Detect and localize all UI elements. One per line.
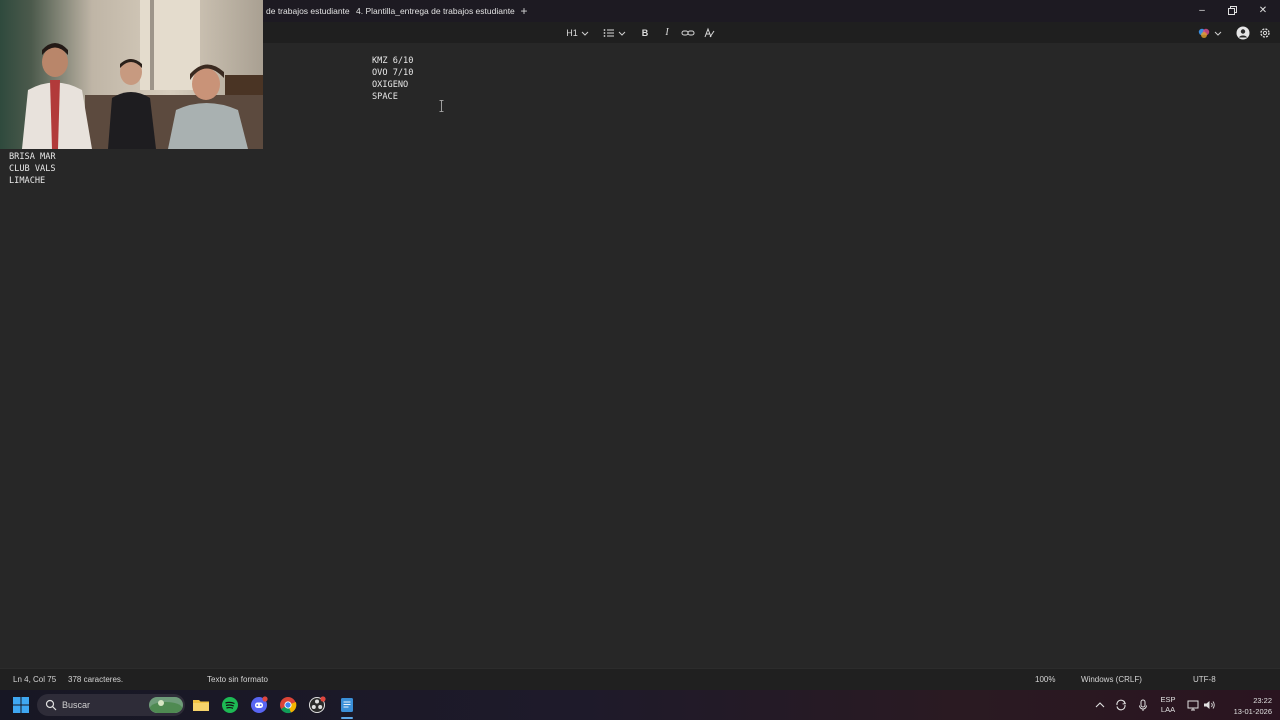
microphone-icon[interactable] [1136,697,1150,715]
active-app-indicator [341,717,353,719]
minimize-icon[interactable]: – [1194,3,1210,19]
status-bar: Ln 4, Col 75 378 caracteres. Texto sin f… [0,668,1280,690]
clock[interactable]: 23:22 13-01-2026 [1222,695,1272,717]
list-chevron-down-icon[interactable] [617,25,627,41]
line-ending[interactable]: Windows (CRLF) [1081,669,1142,691]
settings-gear-icon[interactable] [1258,25,1272,41]
taskbar-search-box[interactable] [37,694,185,716]
text-cursor-icon [439,99,444,112]
clear-formatting-icon[interactable] [702,25,716,41]
text-line: SPACE [372,92,398,102]
document-text-block[interactable]: KMZ 6/10 OVO 7/10 OXIGENO SPACE [372,55,413,103]
italic-icon[interactable]: I [660,25,674,41]
sync-icon[interactable] [1114,697,1128,715]
keyboard-layout: LAA [1160,705,1176,714]
tab-trabajos-estudiante[interactable]: de trabajos estudiante [266,0,350,22]
text-line: LIMACHE [9,176,46,186]
list-icon[interactable] [602,25,616,41]
volume-icon[interactable] [1202,697,1216,715]
chrome-icon[interactable] [279,696,297,714]
cursor-position[interactable]: Ln 4, Col 75 [13,669,56,691]
search-placeholder: Buscar [62,700,91,710]
heading-dropdown[interactable]: H1 [563,25,581,41]
search-icon [45,699,57,711]
clock-date: 13-01-2026 [1233,707,1272,716]
obs-icon[interactable] [308,696,326,714]
account-icon[interactable] [1235,25,1251,41]
text-line: OXIGENO [372,80,409,90]
text-line: BRISA MAR [9,152,56,162]
discord-icon[interactable] [250,696,268,714]
left-text-block[interactable]: BRISA MAR CLUB VALS LIMACHE [9,151,56,187]
copilot-icon[interactable] [1197,25,1211,41]
text-line: OVO 7/10 [372,68,414,78]
encoding[interactable]: UTF-8 [1193,669,1216,691]
notepad-icon[interactable] [338,696,356,714]
heading-chevron-down-icon[interactable] [580,25,590,41]
tray-overflow-chevron-up-icon[interactable] [1094,698,1106,714]
language-code: ESP [1160,695,1176,704]
format-mode[interactable]: Texto sin formato [207,669,268,691]
close-icon[interactable]: ✕ [1255,3,1271,19]
copilot-chevron-down-icon[interactable] [1213,25,1223,41]
webcam-overlay-video [0,0,263,149]
language-indicator[interactable]: ESP LAA [1157,695,1179,715]
new-tab-plus-icon[interactable]: + [518,4,530,18]
clock-time: 23:22 [1253,696,1272,705]
search-highlight-image-icon [149,697,183,713]
text-line: KMZ 6/10 [372,56,414,66]
spotify-icon[interactable] [221,696,239,714]
character-count: 378 caracteres. [68,675,124,684]
taskbar: Buscar ESP LAA 23:22 13-01-2026 [0,690,1280,720]
tab-plantilla-entrega[interactable]: 4. Plantilla_entrega de trabajos estudia… [356,0,515,22]
bold-icon[interactable]: B [638,25,652,41]
link-icon[interactable] [680,25,696,41]
file-explorer-icon[interactable] [192,696,210,714]
restore-icon[interactable] [1224,3,1240,19]
windows-start-icon[interactable] [12,696,30,714]
network-icon[interactable] [1186,697,1200,715]
zoom-level[interactable]: 100% [1035,669,1055,691]
text-line: CLUB VALS [9,164,56,174]
